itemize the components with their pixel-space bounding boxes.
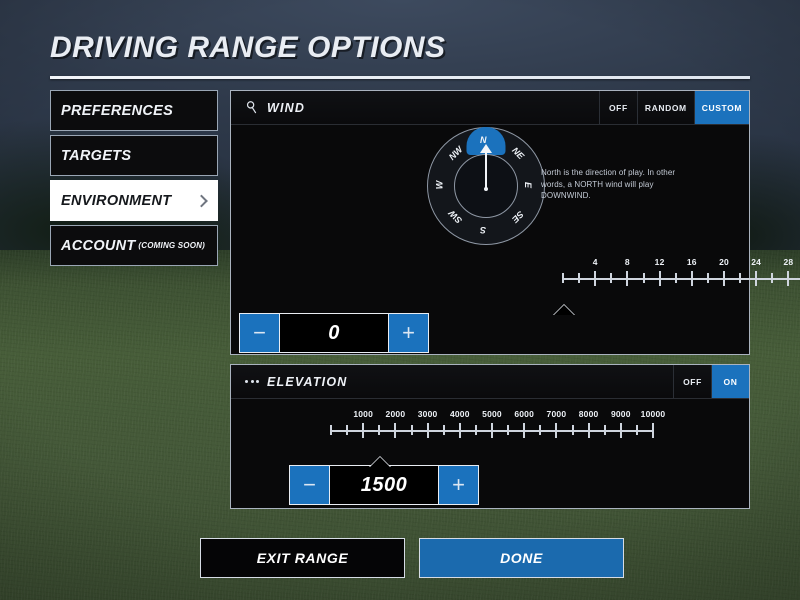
- wind-increase-button[interactable]: +: [388, 314, 428, 352]
- wind-panel-title: WIND: [267, 101, 305, 115]
- footer-actions: EXIT RANGE DONE: [200, 538, 624, 578]
- compass-label-w[interactable]: W: [434, 181, 444, 190]
- wind-direction-area: NNEESESSWWNW North is the direction of p…: [231, 125, 749, 255]
- elevation-scale-labels: 1000200030004000500060007000800090001000…: [331, 409, 653, 423]
- compass-needle-hub: [484, 187, 488, 191]
- sidebar-item-label: PREFERENCES: [61, 103, 173, 119]
- compass-label-s[interactable]: S: [480, 225, 486, 235]
- options-screen: DRIVING RANGE OPTIONS PREFERENCES TARGET…: [0, 0, 800, 600]
- wind-mode-custom[interactable]: CUSTOM: [694, 91, 749, 124]
- wind-value-pointer: [553, 304, 575, 315]
- sidebar-item-label: TARGETS: [61, 148, 131, 164]
- done-button[interactable]: DONE: [419, 538, 624, 578]
- compass-label-e[interactable]: E: [523, 182, 533, 188]
- wind-speed-value: 0: [280, 314, 388, 352]
- dots-icon: [239, 380, 265, 383]
- wind-scale: 481216202428323640: [563, 257, 800, 286]
- title-divider: [50, 76, 750, 79]
- sidebar-item-badge: (COMING SOON): [138, 241, 207, 250]
- wind-direction-note: North is the direction of play. In other…: [541, 167, 701, 202]
- elevation-decrease-button[interactable]: −: [290, 466, 330, 504]
- elevation-mode-toggle: OFF ON: [673, 365, 749, 398]
- elevation-stepper: − 1500 +: [289, 465, 479, 505]
- elevation-mode-off[interactable]: OFF: [673, 365, 711, 398]
- elevation-panel-title: ELEVATION: [267, 375, 347, 389]
- page-title: DRIVING RANGE OPTIONS: [50, 31, 446, 65]
- exit-range-button[interactable]: EXIT RANGE: [200, 538, 405, 578]
- sidebar-item-targets[interactable]: TARGETS: [50, 135, 218, 176]
- wind-mode-toggle: OFF RANDOM CUSTOM: [599, 91, 749, 124]
- sidebar-item-environment[interactable]: ENVIRONMENT: [50, 180, 218, 221]
- wind-mode-random[interactable]: RANDOM: [637, 91, 694, 124]
- wind-scale-labels: 481216202428323640: [563, 257, 800, 271]
- sidebar-item-label: ENVIRONMENT: [61, 193, 171, 209]
- chevron-right-icon: [195, 194, 208, 207]
- wind-speed-stepper: − 0 +: [239, 313, 429, 353]
- wind-compass[interactable]: NNEESESSWWNW: [427, 127, 545, 245]
- wind-decrease-button[interactable]: −: [240, 314, 280, 352]
- wind-mode-off[interactable]: OFF: [599, 91, 637, 124]
- elevation-value: 1500: [330, 466, 438, 504]
- sidebar-item-label: ACCOUNT: [61, 238, 136, 254]
- sidebar-item-account[interactable]: ACCOUNT (COMING SOON): [50, 225, 218, 266]
- elevation-panel: ELEVATION OFF ON 10002000300040005000600…: [230, 364, 750, 509]
- wind-panel-header: WIND OFF RANDOM CUSTOM: [231, 91, 749, 125]
- elevation-panel-header: ELEVATION OFF ON: [231, 365, 749, 399]
- elevation-increase-button[interactable]: +: [438, 466, 478, 504]
- elevation-scale: 1000200030004000500060007000800090001000…: [331, 409, 653, 438]
- wind-swirl-icon: [239, 100, 265, 115]
- elevation-mode-on[interactable]: ON: [711, 365, 749, 398]
- wind-scale-ticks[interactable]: [563, 271, 800, 286]
- compass-needle: [485, 151, 487, 189]
- wind-panel: WIND OFF RANDOM CUSTOM NNEESESSWWNW Nort…: [230, 90, 750, 355]
- elevation-scale-ticks[interactable]: [331, 423, 653, 438]
- sidebar-nav: PREFERENCES TARGETS ENVIRONMENT ACCOUNT …: [50, 90, 218, 270]
- elevation-value-pointer: [369, 456, 391, 467]
- sidebar-item-preferences[interactable]: PREFERENCES: [50, 90, 218, 131]
